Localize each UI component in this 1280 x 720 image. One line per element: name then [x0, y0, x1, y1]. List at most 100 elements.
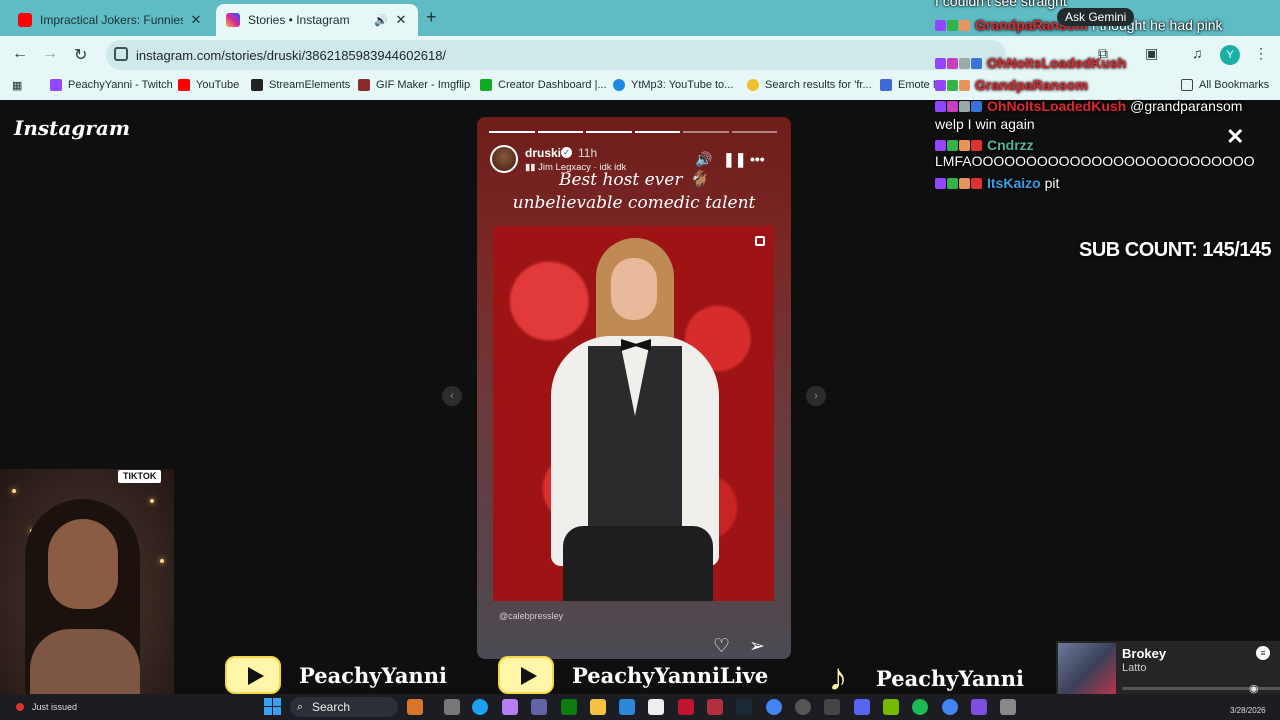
tab-label: Impractical Jokers: Funniest Fa [40, 13, 183, 27]
photo-credit[interactable]: @calebpressley [499, 611, 563, 621]
progress-segment [683, 131, 729, 133]
chat-badges [935, 16, 971, 35]
taskbar-search[interactable]: ⌕ Search [290, 697, 398, 717]
discord-icon[interactable] [854, 699, 870, 715]
fairy-light [150, 499, 154, 503]
story-photo [493, 226, 774, 601]
chrome-icon[interactable] [766, 699, 782, 715]
youtube-favicon-icon [18, 13, 32, 27]
chat-badges [935, 54, 983, 73]
next-story-icon[interactable]: › [806, 386, 826, 406]
more-options-icon[interactable]: ••• [750, 151, 765, 167]
story-caption-line2: unbelievable comedic talent [512, 193, 756, 213]
social-youtube-live: PeachyYanniLive [498, 656, 768, 694]
fairy-light [160, 559, 164, 563]
acrobat-icon[interactable] [678, 699, 694, 715]
search-icon: ⌕ [297, 701, 304, 713]
story-progress [489, 131, 777, 133]
chat-fragment: I couldn't see straight [935, 0, 1067, 9]
settings-icon[interactable] [1000, 699, 1016, 715]
app-icon[interactable] [407, 699, 423, 715]
obs-icon[interactable] [795, 699, 811, 715]
streamer-face [48, 519, 118, 609]
bookmark-item[interactable]: Search results for 'fr... [747, 79, 872, 91]
social-handle: PeachyYanni [299, 662, 447, 688]
chat-message: OhNoItsLoadedKush @grandparansom [935, 97, 1242, 116]
bookmark-item[interactable]: PeachyYanni - Twitch [50, 79, 173, 91]
mute-icon[interactable]: 🔊 [695, 151, 712, 168]
webcam-feed: TIKTOK [0, 469, 174, 703]
bookmark-item[interactable]: GIF Maker - Imgflip [358, 79, 470, 91]
windows-start-icon[interactable] [264, 698, 281, 715]
back-icon[interactable]: ← [12, 45, 28, 63]
chat-username: GrandpaRansom [975, 77, 1088, 93]
task-view-icon[interactable] [444, 699, 460, 715]
tab-instagram-stories[interactable]: Stories • Instagram 🔊 ✕ [216, 4, 418, 36]
site-info-icon[interactable] [114, 47, 128, 61]
taskbar: Just issued ⌕ Search 3/28/2026 [0, 694, 1280, 720]
app-icon[interactable] [971, 699, 987, 715]
bookmark-item[interactable]: YouTube [178, 79, 239, 91]
notepad-icon[interactable] [648, 699, 664, 715]
progress-segment [537, 131, 583, 133]
bookmark-item[interactable]: Emote M [880, 79, 942, 91]
photo-subject-face [611, 258, 657, 320]
store-icon[interactable] [619, 699, 635, 715]
story-time: 11h [578, 146, 598, 160]
chat-message: GrandpaRansom [935, 76, 1088, 95]
progress-segment [731, 131, 777, 133]
avatar[interactable] [490, 145, 518, 173]
story-username[interactable]: druski [525, 146, 561, 160]
track-title: Brokey [1122, 646, 1167, 661]
instagram-favicon-icon [226, 13, 240, 27]
ytmp3-icon [613, 79, 625, 91]
bookmark-item[interactable]: StreamElements [251, 79, 350, 91]
status-dot-icon [16, 703, 24, 711]
steam-icon[interactable] [736, 699, 752, 715]
nvidia-icon[interactable] [883, 699, 899, 715]
close-icon[interactable]: ✕ [1226, 124, 1244, 150]
like-icon[interactable]: ♡ [713, 635, 730, 658]
file-explorer-icon[interactable] [590, 699, 606, 715]
fairy-light [12, 489, 16, 493]
address-bar[interactable]: instagram.com/stories/druski/38621859839… [106, 40, 1006, 70]
forward-icon[interactable]: → [42, 45, 58, 63]
chrome-icon[interactable] [942, 699, 958, 715]
bookmark-item[interactable]: Creator Dashboard |... [480, 79, 607, 91]
copilot-icon[interactable] [502, 699, 518, 715]
progress-segment [634, 131, 680, 133]
tab-impractical-jokers[interactable]: Impractical Jokers: Funniest Fa ✕ [8, 4, 213, 36]
social-handle: PeachyYanniLive [572, 662, 769, 688]
photo-subject-legs [563, 526, 713, 601]
story-card[interactable]: druski ✓ 11h ▮▮ Jim Legxacy · idk idk 🔊 … [477, 117, 791, 659]
stream-chat: I couldn't see straight GrandpaRansom I … [935, 0, 1280, 200]
tiktok-tag: TIKTOK [118, 470, 162, 483]
pause-icon[interactable]: ❚❚ [723, 151, 746, 168]
bookmark-label: YtMp3: YouTube to... [631, 79, 734, 91]
url-text: instagram.com/stories/druski/38621859839… [136, 47, 447, 63]
twitch-icon [50, 79, 62, 91]
taskbar-date[interactable]: 3/28/2026 [1230, 706, 1266, 715]
bookmark-item[interactable]: YtMp3: YouTube to... [613, 79, 733, 91]
chat-message: ItsKaizo pit [935, 174, 1059, 193]
close-tab-icon[interactable]: ✕ [189, 12, 203, 28]
sticker-icon[interactable] [755, 236, 765, 246]
new-tab-icon[interactable]: + [426, 7, 437, 28]
instagram-logo[interactable]: Instagram [14, 116, 130, 140]
teams-icon[interactable] [531, 699, 547, 715]
previous-story-icon[interactable]: ‹ [442, 386, 462, 406]
reload-icon[interactable]: ↻ [74, 45, 87, 65]
search-label: Search [312, 700, 351, 714]
close-tab-icon[interactable]: ✕ [394, 12, 408, 28]
chat-username: Cndrzz [987, 137, 1034, 153]
ask-gemini-button[interactable]: Ask Gemini [1057, 8, 1135, 26]
app-icon[interactable] [824, 699, 840, 715]
share-icon[interactable]: ➢ [749, 635, 765, 658]
xbox-icon[interactable] [561, 699, 577, 715]
apps-icon[interactable]: ▦ [12, 79, 22, 92]
edge-icon[interactable] [472, 699, 488, 715]
spotify-icon[interactable] [912, 699, 928, 715]
speaker-icon[interactable]: 🔊 [374, 14, 388, 27]
app-icon[interactable] [707, 699, 723, 715]
streamer-body [30, 629, 140, 703]
